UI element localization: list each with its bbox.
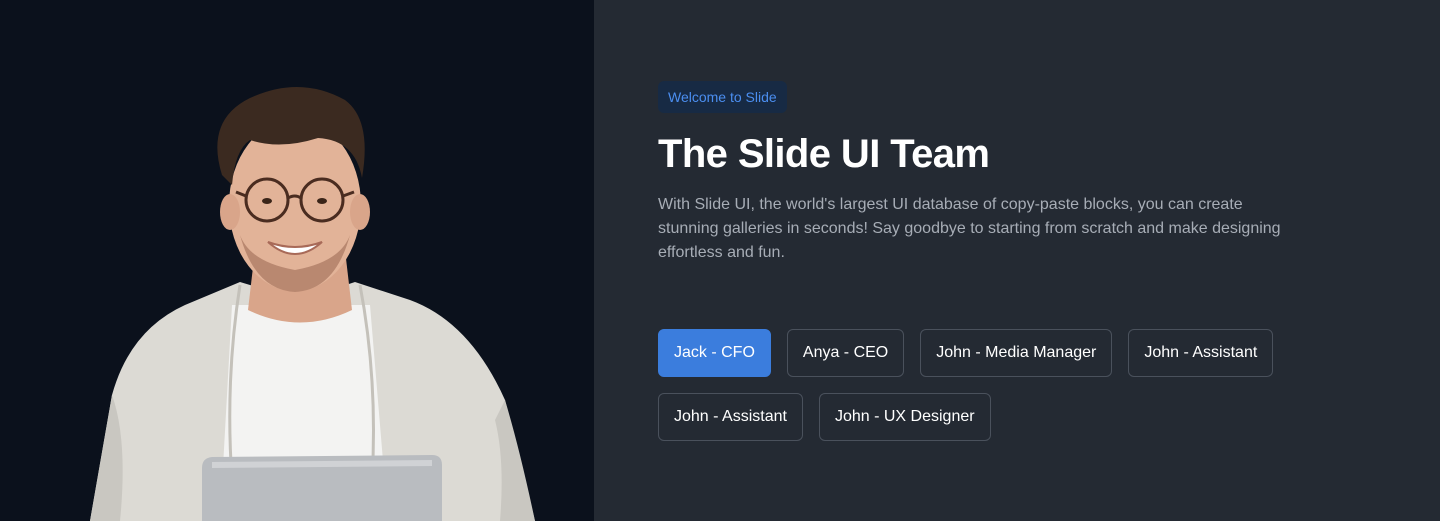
page-title: The Slide UI Team	[658, 132, 990, 176]
member-button-john-ux-designer[interactable]: John - UX Designer	[818, 393, 991, 441]
photo-panel	[0, 0, 594, 521]
member-button-john-assistant-2[interactable]: John - Assistant	[658, 393, 803, 441]
member-button-john-media-manager[interactable]: John - Media Manager	[920, 329, 1113, 377]
team-member-photo	[90, 86, 535, 521]
hero-description: With Slide UI, the world's largest UI da…	[658, 196, 1281, 261]
member-button-jack-cfo[interactable]: Jack - CFO	[658, 329, 771, 377]
member-button-anya-ceo[interactable]: Anya - CEO	[786, 329, 905, 377]
welcome-badge: Welcome to Slide	[658, 81, 787, 113]
team-member-buttons: Jack - CFO Anya - CEO John - Media Manag…	[658, 329, 1338, 441]
member-button-john-assistant[interactable]: John - Assistant	[1128, 329, 1274, 377]
